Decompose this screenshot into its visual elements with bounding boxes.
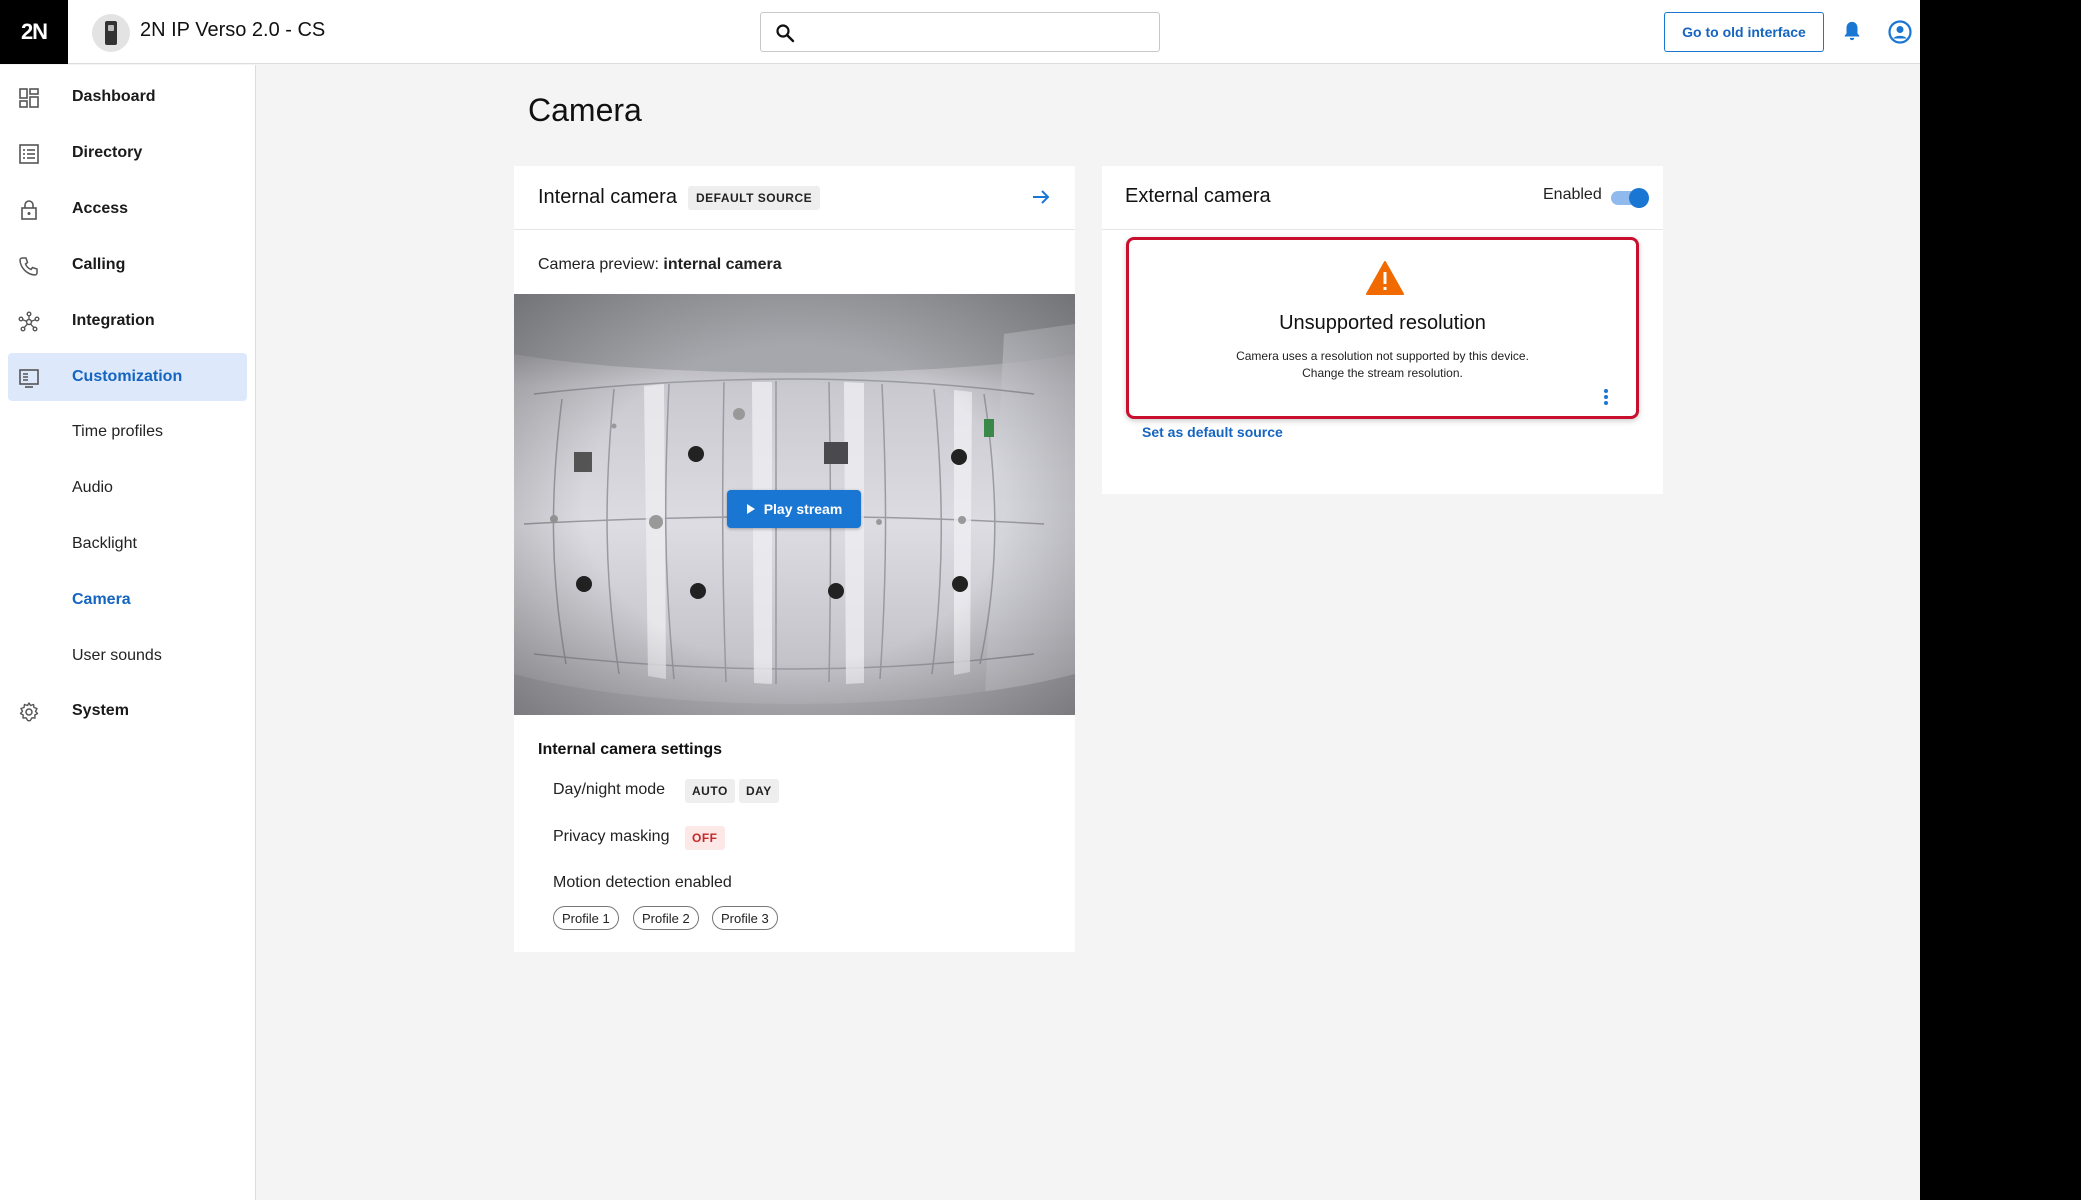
old-interface-button[interactable]: Go to old interface [1664, 12, 1824, 52]
set-default-source-link[interactable]: Set as default source [1142, 424, 1283, 440]
camera-preview-label: Camera preview: internal camera [538, 256, 782, 273]
profile-chip: Profile 2 [633, 906, 699, 930]
external-camera-title: External camera [1125, 185, 1271, 207]
sidebar-subitem-camera[interactable]: Camera [72, 591, 131, 609]
gear-icon [19, 702, 39, 722]
external-camera-card: External camera Enabled Unsupported reso… [1102, 166, 1663, 494]
sidebar-item-label: Directory [72, 144, 143, 161]
sidebar-subitem-audio[interactable]: Audio [72, 479, 113, 497]
privacy-masking-label: Privacy masking [553, 828, 670, 845]
app-root: 2N 2N IP Verso 2.0 - CS Go to old interf… [0, 0, 1920, 1200]
bell-icon[interactable] [1841, 20, 1863, 42]
preview-source: internal camera [663, 256, 782, 273]
sidebar-item-dashboard[interactable]: Dashboard [8, 73, 247, 121]
sidebar-item-label: System [72, 702, 129, 719]
error-hint: Change the stream resolution. [1302, 366, 1463, 380]
sidebar: Dashboard Directory Access Calling Integ… [0, 65, 256, 1200]
play-icon [746, 504, 755, 514]
search-input[interactable] [805, 19, 1145, 45]
enabled-label: Enabled [1543, 186, 1602, 203]
motion-detection-label: Motion detection enabled [553, 874, 732, 891]
card-divider [514, 229, 1075, 230]
customization-icon [19, 369, 39, 388]
search-box[interactable] [760, 12, 1160, 52]
integration-icon [18, 311, 40, 332]
top-bar: 2N 2N IP Verso 2.0 - CS Go to old interf… [0, 0, 1920, 64]
device-title: 2N IP Verso 2.0 - CS [140, 19, 326, 41]
search-icon [776, 24, 795, 43]
unsupported-resolution-alert: Unsupported resolution Camera uses a res… [1126, 237, 1639, 419]
page-title: Camera [528, 92, 642, 128]
sidebar-item-calling[interactable]: Calling [8, 241, 247, 289]
play-stream-button[interactable]: Play stream [727, 490, 861, 528]
arrow-right-icon[interactable] [1030, 186, 1052, 208]
day-night-tag-day: DAY [739, 779, 779, 803]
sidebar-item-label: Customization [72, 368, 183, 385]
sidebar-item-directory[interactable]: Directory [8, 129, 247, 177]
device-avatar [92, 14, 130, 52]
sidebar-item-label: Dashboard [72, 88, 156, 105]
sidebar-subitem-time-profiles[interactable]: Time profiles [72, 423, 163, 441]
more-vert-icon[interactable] [1602, 388, 1610, 406]
day-night-tag-auto: AUTO [685, 779, 735, 803]
phone-icon [19, 257, 38, 276]
privacy-masking-tag: OFF [685, 826, 725, 850]
card-divider [1102, 229, 1663, 230]
sidebar-item-integration[interactable]: Integration [8, 297, 247, 345]
profile-chip: Profile 3 [712, 906, 778, 930]
internal-camera-card: Internal camera DEFAULT SOURCE Camera pr… [514, 166, 1075, 952]
default-source-chip: DEFAULT SOURCE [688, 186, 821, 210]
sidebar-item-customization[interactable]: Customization [8, 353, 247, 401]
error-title: Unsupported resolution [1279, 312, 1486, 334]
sidebar-item-label: Calling [72, 256, 126, 273]
sidebar-item-label: Access [72, 200, 129, 217]
user-account-icon[interactable] [1888, 20, 1912, 44]
internal-camera-title: Internal camera [538, 186, 677, 208]
logo[interactable]: 2N [0, 0, 68, 64]
play-stream-label: Play stream [763, 501, 843, 517]
error-message: Camera uses a resolution not supported b… [1236, 349, 1529, 363]
day-night-label: Day/night mode [553, 781, 666, 798]
warning-icon [1366, 261, 1404, 295]
directory-icon [19, 144, 39, 164]
enabled-toggle[interactable] [1611, 188, 1649, 208]
dashboard-icon [19, 88, 39, 108]
sidebar-item-access[interactable]: Access [8, 185, 247, 233]
lock-icon [21, 200, 37, 220]
sidebar-item-label: Integration [72, 312, 155, 329]
sidebar-item-system[interactable]: System [8, 687, 247, 735]
camera-settings-title: Internal camera settings [538, 741, 723, 758]
profile-chip: Profile 1 [553, 906, 619, 930]
sidebar-subitem-backlight[interactable]: Backlight [72, 535, 137, 553]
sidebar-subitem-user-sounds[interactable]: User sounds [72, 647, 162, 665]
camera-preview: Play stream [514, 294, 1075, 715]
